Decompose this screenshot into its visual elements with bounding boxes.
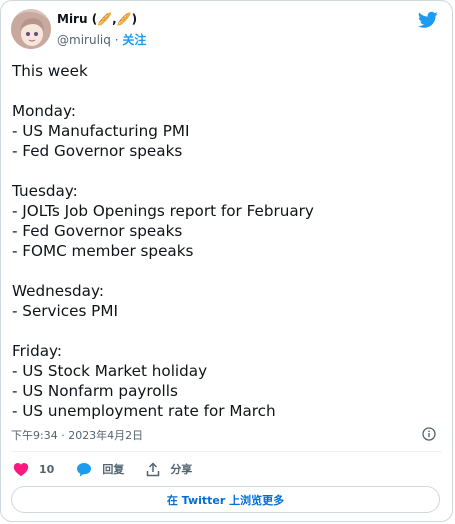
twitter-bird-icon[interactable] <box>418 11 438 29</box>
tweet-line <box>12 321 432 341</box>
tweet-line: - US Stock Market holiday <box>12 362 208 380</box>
tweet-line: Friday: <box>12 342 63 360</box>
author-handle-line: @miruliq · 关注 <box>57 31 146 48</box>
separator-dot: · <box>114 33 119 47</box>
tweet-line: - US Manufacturing PMI <box>12 122 190 140</box>
tweet-line: - Fed Governor speaks <box>12 222 183 240</box>
tweet-line: This week <box>12 62 88 80</box>
divider <box>11 451 442 452</box>
tweet-line: - Services PMI <box>12 302 118 320</box>
author-handle[interactable]: @miruliq <box>57 33 111 47</box>
tweet-line <box>12 261 432 281</box>
like-count: 10 <box>39 462 55 476</box>
tweet-line: Monday: <box>12 102 76 120</box>
heart-icon <box>13 462 29 476</box>
tweet-line: - US Nonfarm payrolls <box>12 382 178 400</box>
author-display-name[interactable]: Miru (🥖,🥖) <box>57 12 137 26</box>
tweet-card: Miru (🥖,🥖) @miruliq · 关注 This week Monda… <box>0 0 453 522</box>
tweet-text: This week Monday: - US Manufacturing PMI… <box>12 61 432 421</box>
tweet-line <box>12 81 432 101</box>
tweet-line <box>12 161 432 181</box>
tweet-line: - FOMC member speaks <box>12 242 194 260</box>
tweet-timestamp[interactable]: 下午9:34 · 2023年4月2日 <box>11 427 143 443</box>
action-bar: 10 回复 分享 <box>13 459 214 479</box>
share-button[interactable]: 分享 <box>146 461 192 477</box>
share-label: 分享 <box>170 463 193 476</box>
tweet-line: - US unemployment rate for March <box>12 402 276 420</box>
read-more-button[interactable]: 在 Twitter 上浏览更多 <box>11 486 440 513</box>
tweet-line: Tuesday: <box>12 182 78 200</box>
reply-label: 回复 <box>102 463 125 476</box>
like-button[interactable]: 10 <box>13 462 54 477</box>
avatar[interactable] <box>11 9 51 49</box>
avatar-image <box>11 9 51 49</box>
info-icon[interactable] <box>422 427 436 441</box>
tweet-line: - JOLTs Job Openings report for February <box>12 202 314 220</box>
follow-button[interactable]: 关注 <box>122 33 146 47</box>
tweet-line: - Fed Governor speaks <box>12 142 183 160</box>
tweet-line: Wednesday: <box>12 282 104 300</box>
share-icon <box>147 461 160 476</box>
reply-button[interactable]: 回复 <box>76 461 124 477</box>
reply-bubble-icon <box>77 462 92 477</box>
